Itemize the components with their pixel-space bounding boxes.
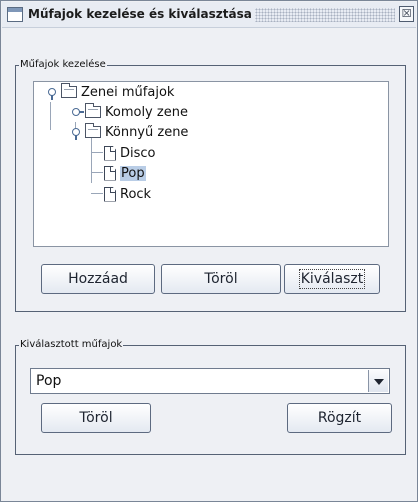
folder-icon [61, 83, 77, 98]
window-title: Műfajok kezelése és kiválasztása [28, 7, 252, 21]
document-icon [104, 145, 116, 161]
tree-node-label-selected: Pop [120, 165, 146, 181]
delete-selected-button-label: Töröl [79, 410, 113, 426]
tree-node-label: Zenei műfajok [81, 84, 175, 100]
expanded-handle-icon[interactable] [71, 127, 82, 140]
selected-genres-group: Kiválasztott műfajok Pop Töröl Rögzít [15, 338, 406, 455]
close-button[interactable]: ☒ [399, 6, 414, 22]
tree-connector [91, 193, 103, 194]
document-icon [104, 186, 116, 202]
document-icon [104, 165, 116, 181]
folder-icon [85, 103, 101, 118]
window-icon [7, 7, 23, 22]
tree-node-label: Rock [120, 186, 152, 202]
selected-genres-group-label: Kiválasztott műfajok [19, 338, 124, 352]
delete-genre-button[interactable]: Töröl [161, 264, 281, 294]
genre-dialog-window: Műfajok kezelése és kiválasztása ☒ Műfaj… [0, 0, 418, 502]
combobox-value: Pop [36, 373, 62, 389]
delete-selected-button[interactable]: Töröl [41, 403, 151, 433]
select-button[interactable]: Kiválaszt [284, 264, 380, 294]
collapsed-handle-icon[interactable] [71, 107, 84, 118]
tree-node-disco[interactable]: Disco [104, 143, 156, 163]
tree-node-komoly-zene[interactable]: Komoly zene [71, 102, 188, 122]
tree-connector [91, 152, 103, 153]
chevron-down-icon[interactable] [368, 370, 388, 392]
add-button-label: Hozzáad [68, 271, 128, 287]
manage-genres-group: Műfajok kezelése Zenei műfajok Komoly ze… [15, 58, 406, 312]
expanded-handle-icon[interactable] [47, 87, 58, 100]
manage-genres-group-label: Műfajok kezelése [19, 58, 107, 72]
tree-node-konnyu-zene[interactable]: Könnyű zene [71, 122, 188, 142]
select-button-label: Kiválaszt [298, 269, 366, 289]
tree-node-label: Komoly zene [105, 104, 188, 120]
title-bar-grip [255, 8, 395, 22]
add-button[interactable]: Hozzáad [41, 264, 155, 294]
tree-node-label: Disco [120, 145, 156, 161]
selected-genre-combobox[interactable]: Pop [30, 368, 390, 394]
tree-node-pop[interactable]: Pop [104, 163, 146, 183]
folder-icon [85, 123, 101, 138]
tree-node-rock[interactable]: Rock [104, 184, 151, 204]
tree-connector [91, 172, 103, 173]
delete-genre-button-label: Töröl [204, 271, 238, 287]
tree-node-root[interactable]: Zenei műfajok [47, 82, 174, 102]
tree-node-label: Könnyű zene [105, 124, 189, 140]
title-bar[interactable]: Műfajok kezelése és kiválasztása ☒ [2, 2, 416, 28]
tree-connector [50, 102, 51, 130]
save-button-label: Rögzít [317, 410, 362, 426]
genre-tree[interactable]: Zenei műfajok Komoly zene Könnyű zene Di… [33, 81, 389, 247]
save-button[interactable]: Rögzít [287, 403, 392, 433]
